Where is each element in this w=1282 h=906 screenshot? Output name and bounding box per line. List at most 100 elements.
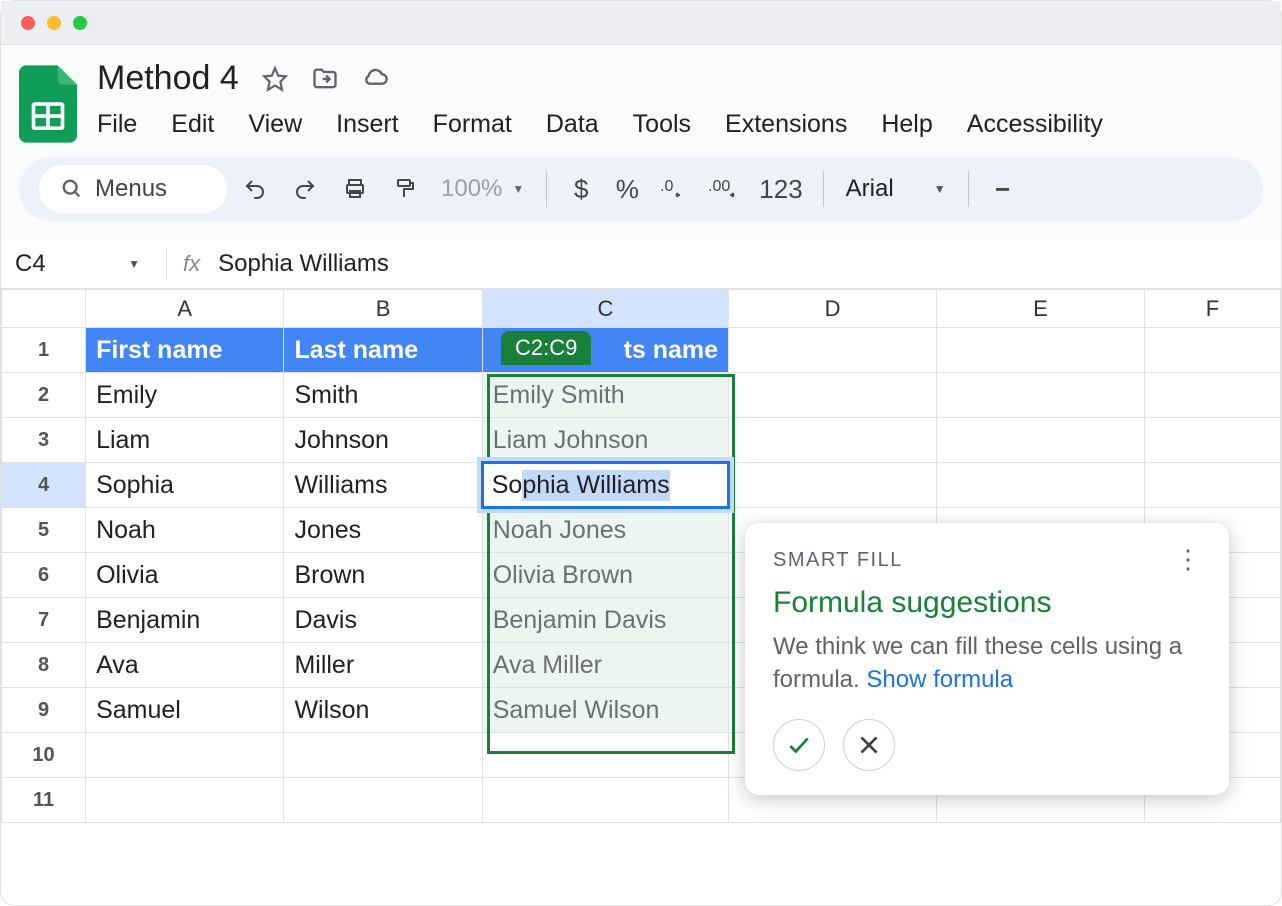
cell[interactable]: Samuel Wilson <box>482 688 728 733</box>
cell[interactable]: Liam Johnson <box>482 418 728 463</box>
undo-button[interactable] <box>235 169 275 209</box>
cell[interactable] <box>729 463 937 508</box>
cell-text[interactable]: Brown <box>284 553 481 597</box>
col-header-F[interactable]: F <box>1144 290 1280 328</box>
document-title[interactable]: Method 4 <box>97 59 239 98</box>
star-icon[interactable] <box>261 65 289 93</box>
cell-text[interactable]: Noah Jones <box>483 508 728 552</box>
cell-text[interactable]: Liam <box>86 418 283 462</box>
cell-text[interactable]: Ava <box>86 643 283 687</box>
row-header-10[interactable]: 10 <box>2 733 86 778</box>
cell-text[interactable]: Ava Miller <box>483 643 728 687</box>
cell-text[interactable]: Smith <box>284 373 481 417</box>
cell-text[interactable]: Samuel <box>86 688 283 732</box>
header-cell-b[interactable]: Last name <box>284 328 481 372</box>
cell[interactable]: Samuel <box>86 688 284 733</box>
cell[interactable]: Sophia Williams <box>482 463 728 508</box>
menu-view[interactable]: View <box>248 110 302 139</box>
accept-suggestion-button[interactable] <box>773 719 825 771</box>
move-folder-icon[interactable] <box>311 65 339 93</box>
cell[interactable]: Williams <box>284 463 482 508</box>
cell[interactable] <box>1144 418 1280 463</box>
print-button[interactable] <box>335 169 375 209</box>
cell-text[interactable]: Emily <box>86 373 283 417</box>
menu-extensions[interactable]: Extensions <box>725 110 847 139</box>
cell[interactable]: Emily Smith <box>482 373 728 418</box>
cell[interactable]: Ava Miller <box>482 643 728 688</box>
menus-search[interactable]: Menus <box>39 165 227 213</box>
row-header-2[interactable]: 2 <box>2 373 86 418</box>
decrease-decimal-button[interactable]: .0 <box>655 169 695 209</box>
menu-edit[interactable]: Edit <box>171 110 214 139</box>
name-box[interactable]: C4 ▼ <box>15 250 150 278</box>
menu-accessibility[interactable]: Accessibility <box>967 110 1103 139</box>
active-cell[interactable]: Sophia Williams <box>481 461 730 509</box>
cell[interactable] <box>936 463 1144 508</box>
cell[interactable]: Noah <box>86 508 284 553</box>
row-header-1[interactable]: 1 <box>2 328 86 373</box>
row-header-4[interactable]: 4 <box>2 463 86 508</box>
row-header-7[interactable]: 7 <box>2 598 86 643</box>
cell[interactable] <box>284 733 482 778</box>
cell-text[interactable]: Olivia <box>86 553 283 597</box>
col-header-E[interactable]: E <box>936 290 1144 328</box>
cell[interactable]: Olivia Brown <box>482 553 728 598</box>
currency-button[interactable]: $ <box>561 174 601 205</box>
menu-format[interactable]: Format <box>433 110 512 139</box>
cell[interactable]: Benjamin <box>86 598 284 643</box>
cell-text[interactable]: Noah <box>86 508 283 552</box>
maximize-window-button[interactable] <box>73 16 87 30</box>
redo-button[interactable] <box>285 169 325 209</box>
col-header-A[interactable]: A <box>86 290 284 328</box>
cell-text[interactable]: Williams <box>284 463 481 507</box>
select-all-corner[interactable] <box>2 290 86 328</box>
menu-insert[interactable]: Insert <box>336 110 399 139</box>
app-logo[interactable] <box>19 65 77 143</box>
cell[interactable]: Liam <box>86 418 284 463</box>
cell[interactable] <box>936 418 1144 463</box>
cell-text[interactable]: Johnson <box>284 418 481 462</box>
row-header-5[interactable]: 5 <box>2 508 86 553</box>
reject-suggestion-button[interactable] <box>843 719 895 771</box>
cell[interactable] <box>729 418 937 463</box>
row-header-9[interactable]: 9 <box>2 688 86 733</box>
zoom-select[interactable]: 100% ▼ <box>433 175 532 203</box>
col-header-C[interactable]: C <box>482 290 728 328</box>
cell[interactable] <box>86 733 284 778</box>
cell-text[interactable]: Olivia Brown <box>483 553 728 597</box>
percent-button[interactable]: % <box>607 174 647 205</box>
cell-text[interactable]: Liam Johnson <box>483 418 728 462</box>
cell[interactable]: Brown <box>284 553 482 598</box>
cell[interactable]: Emily <box>86 373 284 418</box>
menu-help[interactable]: Help <box>881 110 932 139</box>
cell[interactable]: Ava <box>86 643 284 688</box>
cell-empty[interactable] <box>729 328 937 373</box>
popover-more-button[interactable]: ⋮ <box>1175 556 1201 564</box>
cell[interactable] <box>284 778 482 823</box>
cell[interactable] <box>1144 373 1280 418</box>
cell-text[interactable]: Wilson <box>284 688 481 732</box>
show-formula-link[interactable]: Show formula <box>866 666 1013 693</box>
cell[interactable]: Benjamin Davis <box>482 598 728 643</box>
header-cell-a[interactable]: First name <box>86 328 283 372</box>
cell[interactable]: Johnson <box>284 418 482 463</box>
cell[interactable] <box>482 778 728 823</box>
cell-text[interactable]: Benjamin <box>86 598 283 642</box>
font-select[interactable]: Arial ▼ <box>838 175 954 203</box>
menu-file[interactable]: File <box>97 110 137 139</box>
cell-empty[interactable] <box>936 328 1144 373</box>
row-header-11[interactable]: 11 <box>2 778 86 823</box>
cell-text[interactable]: Benjamin Davis <box>483 598 728 642</box>
cell-text[interactable]: Samuel Wilson <box>483 688 728 732</box>
row-header-8[interactable]: 8 <box>2 643 86 688</box>
cell[interactable] <box>482 733 728 778</box>
cell[interactable]: Olivia <box>86 553 284 598</box>
cell[interactable] <box>936 373 1144 418</box>
minimize-window-button[interactable] <box>47 16 61 30</box>
paint-format-button[interactable] <box>385 169 425 209</box>
menu-tools[interactable]: Tools <box>633 110 691 139</box>
cell[interactable]: Davis <box>284 598 482 643</box>
number-format-button[interactable]: 123 <box>753 174 808 205</box>
row-header-3[interactable]: 3 <box>2 418 86 463</box>
row-header-6[interactable]: 6 <box>2 553 86 598</box>
